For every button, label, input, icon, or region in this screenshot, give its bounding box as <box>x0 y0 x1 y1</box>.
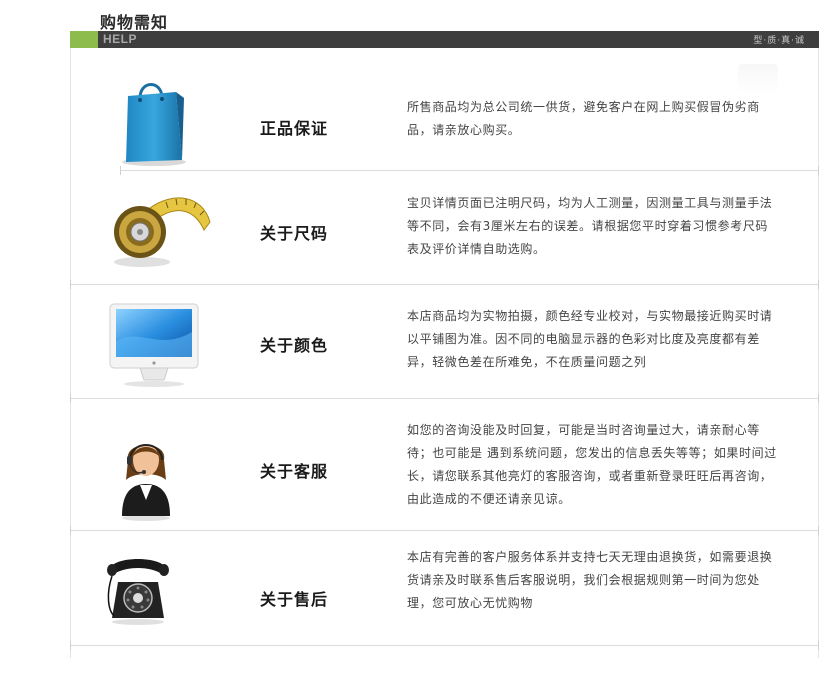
section-text: 本店有完善的客户服务体系并支持七天无理由退换货，如需要退换货请亲及时联系售后客服… <box>407 550 773 610</box>
help-label: HELP <box>103 32 138 46</box>
help-bar: HELP 型·质·真·诚 <box>70 31 819 48</box>
section-divider <box>70 641 819 650</box>
monitor-icon <box>109 303 199 387</box>
shopping-bag-icon <box>122 83 186 166</box>
section-text: 本店商品均为实物拍摄，颜色经专业校对，与实物最接近购买时请以平铺图为准。因不同的… <box>407 309 773 369</box>
page-title: 购物需知 <box>100 13 169 32</box>
section-divider <box>70 280 819 289</box>
section-divider <box>70 526 819 535</box>
tape-measure-icon <box>114 197 211 267</box>
decorative-glare <box>738 64 778 94</box>
section-divider <box>120 166 819 175</box>
section-heading: 关于颜色 <box>260 336 329 355</box>
right-border <box>818 48 819 658</box>
section-divider <box>70 394 819 403</box>
slogan: 型·质·真·诚 <box>753 36 805 46</box>
section-text: 如您的咨询没能及时回复，可能是当时咨询量过大，请亲耐心等待；也可能是 遇到系统问… <box>407 423 777 506</box>
customer-service-icon <box>122 444 170 521</box>
section-text: 宝贝详情页面已注明尺码，均为人工测量，因测量工具与测量手法等不同，会有3厘米左右… <box>407 196 773 256</box>
telephone-icon <box>107 559 169 625</box>
section-heading: 关于尺码 <box>260 224 329 243</box>
section-text: 所售商品均为总公司统一供货，避免客户在网上购买假冒伪劣商品，请亲放心购买。 <box>407 100 760 137</box>
section-heading: 关于售后 <box>260 590 329 609</box>
section-heading: 正品保证 <box>260 119 329 138</box>
help-bar-accent <box>70 31 98 48</box>
section-heading: 关于客服 <box>260 462 329 481</box>
left-border <box>70 48 71 658</box>
